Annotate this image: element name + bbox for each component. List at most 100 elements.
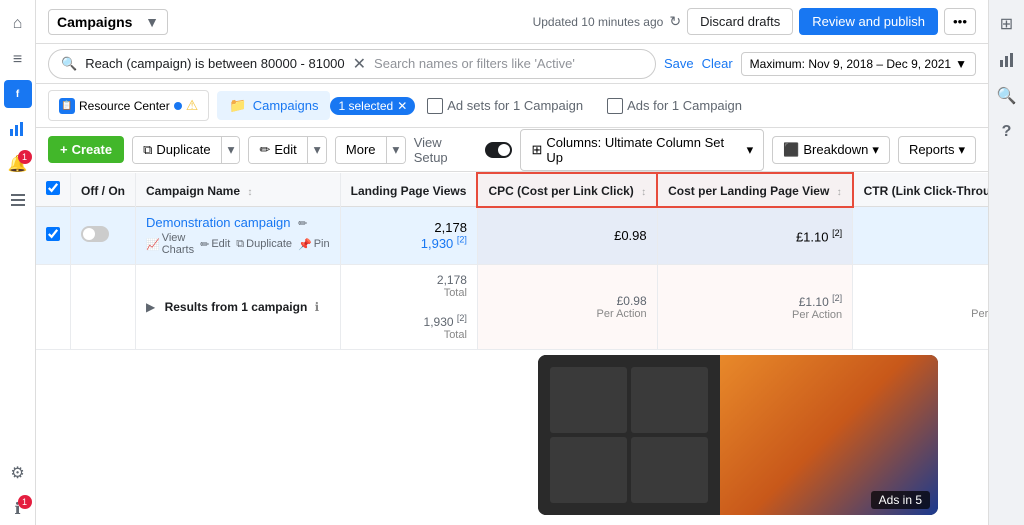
adsets-tab[interactable]: Ad sets for 1 Campaign	[415, 92, 595, 120]
video-grid-cell-4	[631, 437, 708, 503]
td-total-cpc: £0.98 Per Action	[477, 265, 657, 350]
clear-filter-icon[interactable]: ✕	[353, 54, 366, 74]
edit-small-icon: ✏	[200, 238, 209, 251]
info-icon[interactable]: ℹ 1	[2, 493, 34, 525]
duplicate-campaign-link[interactable]: ⧉ Duplicate	[236, 232, 292, 256]
breakdown-icon: ⬛	[783, 142, 799, 158]
more-button[interactable]: More	[336, 137, 386, 162]
campaign-actions: 📈 View Charts ✏ Edit ⧉ Duplicate	[146, 232, 330, 256]
reports-arrow-icon: ▾	[958, 142, 965, 158]
ads-tab[interactable]: Ads for 1 Campaign	[595, 92, 754, 120]
columns-arrow-icon: ▾	[747, 142, 754, 158]
adsets-tab-label: Ad sets for 1 Campaign	[447, 98, 583, 113]
create-plus-icon: +	[60, 142, 68, 157]
ads-tab-label: Ads for 1 Campaign	[627, 98, 742, 113]
campaigns-dropdown[interactable]: Campaigns ▼	[48, 9, 168, 35]
table-row: Demonstration campaign ✏ 📈 View Charts	[36, 207, 988, 265]
more-label: More	[346, 142, 376, 157]
expand-right-icon[interactable]: ⊞	[991, 8, 1023, 40]
pin-campaign-link[interactable]: 📌 Pin	[298, 232, 330, 256]
campaign-toggle[interactable]	[81, 226, 109, 242]
expand-icon[interactable]: ▶	[146, 300, 155, 314]
video-overlay: Ads in 5	[538, 355, 938, 515]
edit-icon: ✏	[259, 142, 270, 158]
more-options-button[interactable]: •••	[944, 8, 976, 35]
save-filter-link[interactable]: Save	[664, 56, 694, 71]
more-arrow-button[interactable]: ▾	[386, 137, 406, 163]
th-ctr: CTR (Link Click-Through Rate) ↕	[853, 173, 988, 207]
clear-filter-link[interactable]: Clear	[702, 56, 733, 71]
video-label: Ads in 5	[871, 491, 930, 509]
video-grid	[538, 355, 720, 515]
select-all-checkbox[interactable]	[46, 181, 60, 195]
dropdown-arrow-icon: ▼	[145, 14, 159, 30]
view-setup-control[interactable]: View Setup	[414, 135, 513, 165]
home-icon[interactable]: ⌂	[2, 8, 34, 40]
question-icon[interactable]: ?	[991, 116, 1023, 148]
info-circle-icon: ℹ	[315, 300, 320, 314]
edit-campaign-link[interactable]: ✏ Edit	[200, 232, 230, 256]
adsets-tab-icon	[427, 98, 443, 114]
view-charts-link[interactable]: 📈 View Charts	[146, 232, 194, 256]
main-content: Campaigns ▼ Updated 10 minutes ago ↻ Dis…	[36, 0, 988, 525]
columns-icon: ⊞	[531, 142, 542, 158]
discard-drafts-button[interactable]: Discard drafts	[687, 8, 793, 35]
create-button[interactable]: + Create	[48, 136, 124, 163]
campaigns-tab[interactable]: 📁 Campaigns	[217, 91, 330, 120]
duplicate-button-group: ⧉ Duplicate ▾	[132, 136, 240, 164]
edit-button-group: ✏ Edit ▾	[248, 136, 326, 164]
video-grid-cell-1	[550, 367, 627, 433]
ads-icon[interactable]: f	[4, 80, 32, 108]
reports-label: Reports	[909, 142, 955, 157]
search-icon: 🔍	[61, 56, 77, 72]
review-publish-button[interactable]: Review and publish	[799, 8, 938, 35]
resource-center-tab[interactable]: 📋 Resource Center ⚠	[48, 90, 209, 121]
lpv-note: 1,930 [2]	[421, 236, 467, 251]
bar-chart-right-icon[interactable]	[991, 44, 1023, 76]
notification-icon[interactable]: 🔔 1	[2, 148, 34, 180]
search-right-icon[interactable]: 🔍	[991, 80, 1023, 112]
campaigns-table: Off / On Campaign Name ↕ Landing Page Vi…	[36, 172, 988, 350]
resource-center-icon: 📋	[59, 98, 75, 114]
date-range-arrow-icon: ▼	[955, 57, 967, 71]
chart-icon[interactable]	[2, 112, 34, 144]
campaign-edit-icon[interactable]: ✏	[298, 218, 307, 230]
duplicate-arrow-button[interactable]: ▾	[221, 137, 241, 163]
cpc-sort-icon: ↕	[641, 187, 646, 198]
refresh-icon[interactable]: ↻	[669, 13, 681, 30]
resource-center-dot	[174, 102, 182, 110]
save-clear-buttons: Save Clear	[664, 56, 733, 71]
th-checkbox	[36, 173, 71, 207]
ads-tab-icon	[607, 98, 623, 114]
nav-list-icon[interactable]	[2, 184, 34, 216]
menu-icon[interactable]: ≡	[2, 44, 34, 76]
duplicate-button[interactable]: ⧉ Duplicate	[133, 137, 221, 163]
reports-button[interactable]: Reports ▾	[898, 136, 976, 164]
td-total-ctr: 1.30% Per Impressions	[853, 265, 988, 350]
video-left-panel	[538, 355, 720, 515]
video-right-panel: Ads in 5	[720, 355, 938, 515]
search-placeholder: Search names or filters like 'Active'	[374, 56, 575, 71]
breakdown-button[interactable]: ⬛ Breakdown ▾	[772, 136, 890, 164]
selected-badge: 1 selected ✕	[330, 97, 415, 115]
resource-center-label: Resource Center	[79, 99, 170, 113]
total-lpv2-superscript: [2]	[457, 313, 467, 323]
nav-tabs-row: 📋 Resource Center ⚠ 📁 Campaigns 1 select…	[36, 84, 988, 128]
deselect-icon[interactable]: ✕	[397, 99, 407, 113]
settings-icon[interactable]: ⚙	[2, 457, 34, 489]
td-total-cplpv: £1.10 [2] Per Action	[657, 265, 853, 350]
resource-center-warning-icon: ⚠	[186, 97, 199, 114]
row-checkbox[interactable]	[46, 227, 60, 241]
campaign-name-link[interactable]: Demonstration campaign	[146, 215, 294, 230]
edit-arrow-button[interactable]: ▾	[307, 137, 327, 163]
update-text: Updated 10 minutes ago	[533, 15, 664, 29]
table-header-row: Off / On Campaign Name ↕ Landing Page Vi…	[36, 173, 988, 207]
edit-button[interactable]: ✏ Edit	[249, 137, 306, 163]
duplicate-small-icon: ⧉	[236, 238, 244, 251]
td-cplpv: £1.10 [2]	[657, 207, 853, 265]
view-setup-toggle[interactable]	[485, 142, 513, 158]
columns-button[interactable]: ⊞ Columns: Ultimate Column Set Up ▾	[520, 129, 764, 171]
date-range-selector[interactable]: Maximum: Nov 9, 2018 – Dec 9, 2021 ▼	[741, 52, 976, 76]
td-lpv: 2,178 1,930 [2]	[340, 207, 477, 265]
campaigns-tab-icon: 📁	[229, 97, 246, 114]
